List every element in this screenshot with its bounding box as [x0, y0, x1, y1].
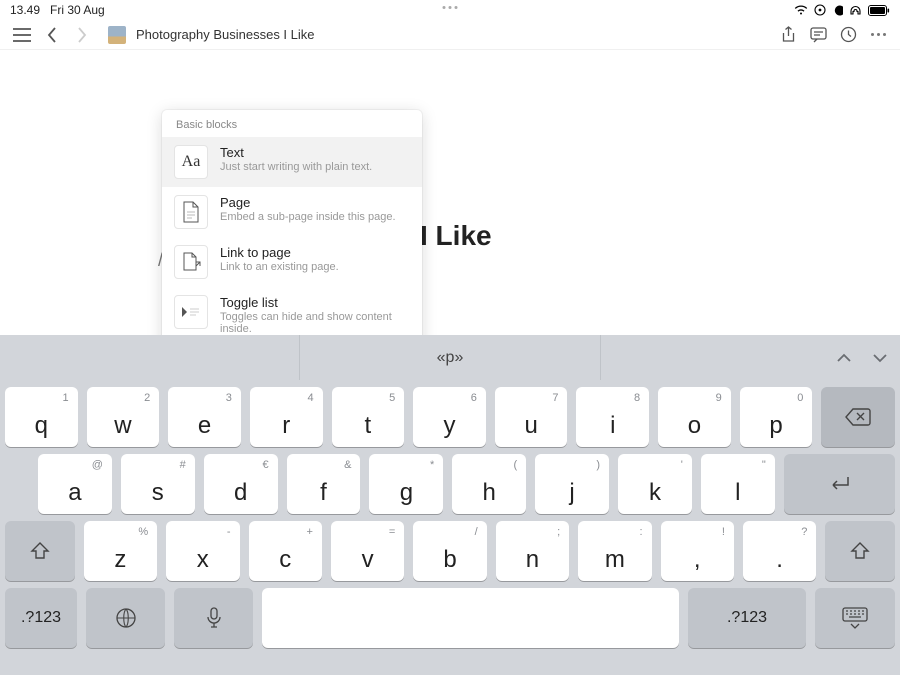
- key-g[interactable]: *g: [369, 454, 443, 514]
- back-icon[interactable]: [40, 23, 64, 47]
- key-r[interactable]: 4r: [250, 387, 323, 447]
- key-e[interactable]: 3e: [168, 387, 241, 447]
- key-t[interactable]: 5t: [332, 387, 405, 447]
- key-a[interactable]: @a: [38, 454, 112, 514]
- forward-icon[interactable]: [70, 23, 94, 47]
- suggestion-2[interactable]: «p»: [299, 335, 599, 380]
- slash-item-title: Link to page: [220, 245, 339, 260]
- key-f[interactable]: &f: [287, 454, 361, 514]
- dnd-icon: [832, 5, 843, 16]
- globe-key[interactable]: [86, 588, 165, 648]
- key-l[interactable]: "l: [701, 454, 775, 514]
- slash-item-desc: Toggles can hide and show content inside…: [220, 311, 410, 335]
- key-h[interactable]: (h: [452, 454, 526, 514]
- share-icon[interactable]: [776, 23, 800, 47]
- key-x[interactable]: -x: [166, 521, 239, 581]
- menu-icon[interactable]: [10, 23, 34, 47]
- key-d[interactable]: €d: [204, 454, 278, 514]
- slash-menu-item-link[interactable]: Link to page Link to an existing page.: [162, 237, 422, 287]
- key-z[interactable]: %z: [84, 521, 157, 581]
- slash-menu-item-page[interactable]: Page Embed a sub-page inside this page.: [162, 187, 422, 237]
- page-block-icon: [174, 195, 208, 229]
- key-p[interactable]: 0p: [740, 387, 813, 447]
- status-bar: 13.49 Fri 30 Aug: [0, 0, 900, 20]
- shift-key-right[interactable]: [825, 521, 895, 581]
- keyboard: «p» 1q2w3e4r5t6y7u8i9o0p @a#s€d&f*g(h)j'…: [0, 335, 900, 675]
- shift-key-left[interactable]: [5, 521, 75, 581]
- key-k[interactable]: 'k: [618, 454, 692, 514]
- slash-item-desc: Link to an existing page.: [220, 261, 339, 273]
- status-right: [794, 4, 890, 16]
- comments-icon[interactable]: [806, 23, 830, 47]
- key-q[interactable]: 1q: [5, 387, 78, 447]
- backspace-key[interactable]: [821, 387, 895, 447]
- return-key[interactable]: [784, 454, 895, 514]
- text-block-icon: Aa: [174, 145, 208, 179]
- key-y[interactable]: 6y: [413, 387, 486, 447]
- history-icon[interactable]: [836, 23, 860, 47]
- key-row-2: @a#s€d&f*g(h)j'k"l: [0, 447, 900, 514]
- toggle-block-icon: [174, 295, 208, 329]
- mode-key-left[interactable]: .?123: [5, 588, 77, 648]
- toolbar: Photography Businesses I Like: [0, 20, 900, 50]
- suggestion-1[interactable]: [0, 335, 299, 380]
- key-,[interactable]: !,: [661, 521, 734, 581]
- slash-menu-item-text[interactable]: Aa Text Just start writing with plain te…: [162, 137, 422, 187]
- hide-keyboard-key[interactable]: [815, 588, 895, 648]
- key-m[interactable]: :m: [578, 521, 651, 581]
- link-page-icon: [174, 245, 208, 279]
- page-emoji-icon: [108, 26, 126, 44]
- undo-suggest-icon[interactable]: [836, 353, 852, 363]
- page-title-breadcrumb[interactable]: Photography Businesses I Like: [136, 27, 315, 42]
- key-w[interactable]: 2w: [87, 387, 160, 447]
- key-row-3: %z-x+c=v/b;n:m!,?.: [0, 514, 900, 581]
- more-icon[interactable]: [866, 23, 890, 47]
- wifi-icon: [794, 5, 808, 16]
- slash-item-desc: Embed a sub-page inside this page.: [220, 211, 396, 223]
- suggestion-bar: «p»: [0, 335, 900, 380]
- key-u[interactable]: 7u: [495, 387, 568, 447]
- editor-content[interactable]: / | I Like ttps://photographingiceland.i…: [0, 50, 900, 335]
- key-n[interactable]: ;n: [496, 521, 569, 581]
- key-row-4: .?123 .?123: [0, 581, 900, 655]
- dictation-key[interactable]: [174, 588, 253, 648]
- space-key[interactable]: [262, 588, 679, 648]
- slash-item-desc: Just start writing with plain text.: [220, 161, 372, 173]
- key-c[interactable]: +c: [249, 521, 322, 581]
- key-o[interactable]: 9o: [658, 387, 731, 447]
- key-j[interactable]: )j: [535, 454, 609, 514]
- slash-menu-header: Basic blocks: [162, 110, 422, 137]
- slash-item-title: Page: [220, 195, 396, 210]
- key-b[interactable]: /b: [413, 521, 486, 581]
- status-date: Fri 30 Aug: [50, 3, 105, 17]
- app-handle[interactable]: [443, 6, 458, 9]
- key-s[interactable]: #s: [121, 454, 195, 514]
- status-time: 13.49: [10, 3, 40, 17]
- slash-item-title: Toggle list: [220, 295, 410, 310]
- key-.[interactable]: ?.: [743, 521, 816, 581]
- sync-icon: [814, 4, 826, 16]
- slash-item-title: Text: [220, 145, 372, 160]
- key-i[interactable]: 8i: [576, 387, 649, 447]
- battery-icon: [868, 5, 890, 16]
- page-heading: I Like: [420, 220, 492, 252]
- mode-key-right[interactable]: .?123: [688, 588, 806, 648]
- key-row-1: 1q2w3e4r5t6y7u8i9o0p: [0, 380, 900, 447]
- key-v[interactable]: =v: [331, 521, 404, 581]
- headphones-icon: [849, 4, 862, 16]
- redo-suggest-icon[interactable]: [872, 353, 888, 363]
